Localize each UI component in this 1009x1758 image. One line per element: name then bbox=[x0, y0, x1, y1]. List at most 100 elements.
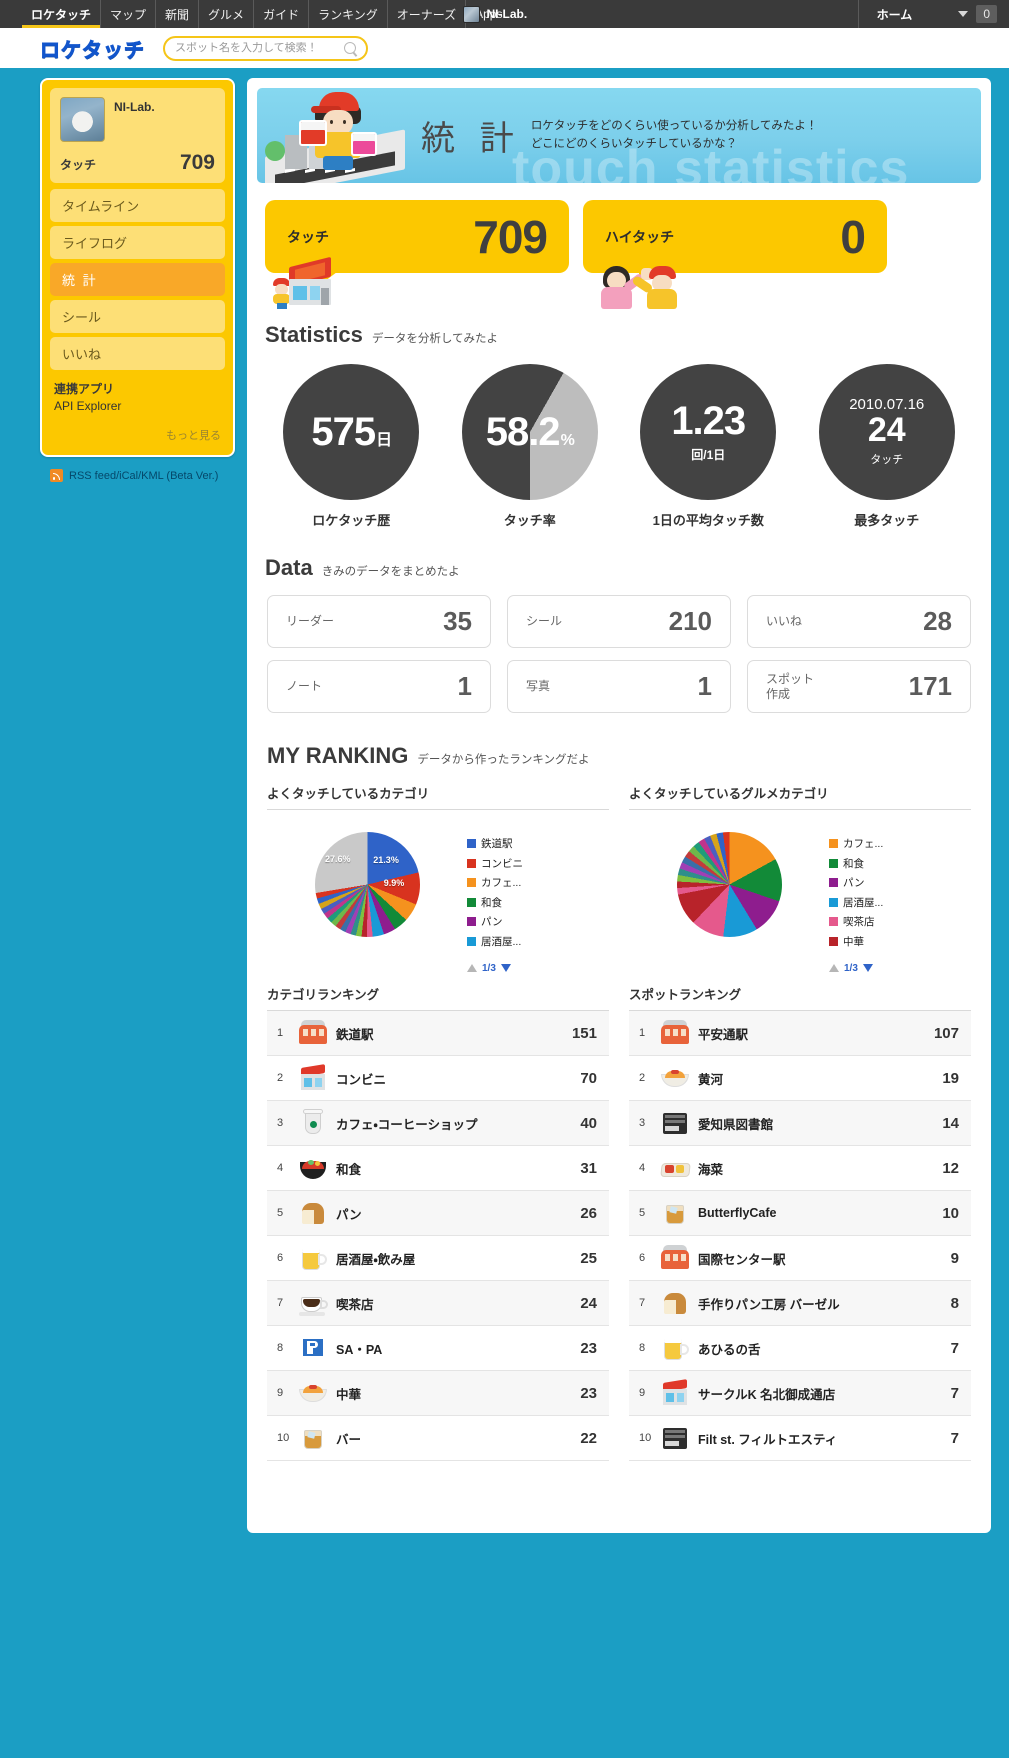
rank-number: 6 bbox=[639, 1252, 646, 1264]
rank-name[interactable]: バー bbox=[336, 1429, 580, 1448]
main-content: touch statistics 統 計 ロケタッチをどのくらい使っているか分析… bbox=[247, 78, 991, 1533]
rank-name[interactable]: 鉄道駅 bbox=[336, 1024, 572, 1043]
touch-panel-value: 709 bbox=[473, 210, 548, 263]
rank-name[interactable]: 平安通駅 bbox=[698, 1024, 934, 1043]
legend-swatch bbox=[467, 839, 476, 848]
legend-item: パン bbox=[467, 914, 609, 929]
rank-name[interactable]: 和食 bbox=[336, 1159, 580, 1178]
home-menu[interactable]: ホーム 0 bbox=[857, 0, 1009, 28]
search-icon[interactable] bbox=[344, 42, 356, 54]
sidebar-menu: タイムライン ライフログ統 計シールいいね bbox=[50, 189, 225, 370]
rss-feed-label[interactable]: RSS feed/iCal/KML (Beta Ver.) bbox=[69, 470, 218, 482]
sidebar-item-0[interactable]: タイムライン bbox=[50, 189, 225, 222]
myranking-subtitle: データから作ったランキングだよ bbox=[417, 754, 590, 766]
rank-name[interactable]: 海菜 bbox=[698, 1159, 942, 1178]
search-box[interactable] bbox=[163, 35, 368, 61]
rank-name[interactable]: 国際センター駅 bbox=[698, 1249, 951, 1268]
table-row[interactable]: 8 SA・PA 23 bbox=[267, 1326, 609, 1371]
rank-name[interactable]: パン bbox=[336, 1204, 580, 1223]
pager-down-icon[interactable] bbox=[500, 964, 511, 972]
pager-up-icon[interactable] bbox=[467, 964, 477, 972]
rank-name[interactable]: カフェ・コーヒーショップ bbox=[336, 1114, 580, 1133]
table-row[interactable]: 10 Filt st. フィルトエスティ 7 bbox=[629, 1416, 971, 1461]
sidebar-item-4[interactable]: いいね bbox=[50, 337, 225, 370]
rank-name[interactable]: あひるの舌 bbox=[698, 1339, 951, 1358]
coffee-icon bbox=[297, 1288, 329, 1318]
nav-item-1[interactable]: マップ bbox=[101, 0, 157, 28]
rank-name[interactable]: 黄河 bbox=[698, 1069, 942, 1088]
rank-name[interactable]: SA・PA bbox=[336, 1339, 580, 1358]
legend-swatch bbox=[829, 917, 838, 926]
rank-name[interactable]: 手作りパン工房 バーゼル bbox=[698, 1294, 951, 1313]
rank-name[interactable]: Filt st. フィルトエスティ bbox=[698, 1429, 951, 1448]
pie-chart[interactable]: 21.3% 9.9% 27.6% bbox=[314, 832, 420, 937]
rank-name[interactable]: コンビニ bbox=[336, 1069, 580, 1088]
table-row[interactable]: 3 カフェ・コーヒーショップ 40 bbox=[267, 1101, 609, 1146]
table-row[interactable]: 4 海菜 12 bbox=[629, 1146, 971, 1191]
rank-name[interactable]: 居酒屋・飲み屋 bbox=[336, 1249, 580, 1268]
whisky-icon bbox=[297, 1423, 329, 1453]
table-row[interactable]: 9 サークルK 名北御成通店 7 bbox=[629, 1371, 971, 1416]
rank-name[interactable]: 愛知県図書館 bbox=[698, 1114, 942, 1133]
banner-sub-line2: どこにどのくらいタッチしているかな？ bbox=[530, 137, 738, 150]
table-row[interactable]: 6 居酒屋・飲み屋 25 bbox=[267, 1236, 609, 1281]
rank-number: 4 bbox=[639, 1162, 646, 1174]
legend-label: 鉄道駅 bbox=[481, 838, 513, 850]
nav-item-3[interactable]: グルメ bbox=[199, 0, 255, 28]
show-more-link[interactable]: もっと見る bbox=[50, 415, 225, 447]
data-box-value: 1 bbox=[697, 671, 712, 701]
nav-item-4[interactable]: ガイド bbox=[254, 0, 310, 28]
sidebar-item-1[interactable]: ライフログ bbox=[50, 226, 225, 259]
table-row[interactable]: 3 愛知県図書館 14 bbox=[629, 1101, 971, 1146]
pie-slice-label-1: 9.9% bbox=[383, 878, 405, 889]
ranking-list-title: スポットランキング bbox=[629, 984, 971, 1011]
nav-item-2[interactable]: 新聞 bbox=[156, 0, 200, 28]
nav-item-6[interactable]: オーナーズ bbox=[388, 0, 467, 28]
rank-name[interactable]: ButterflyCafe bbox=[698, 1206, 942, 1220]
pager-down-icon[interactable] bbox=[862, 964, 873, 972]
table-row[interactable]: 7 手作りパン工房 バーゼル 8 bbox=[629, 1281, 971, 1326]
legend-item: カフェ... bbox=[467, 875, 609, 890]
sidebar-item-2[interactable]: 統 計 bbox=[50, 263, 225, 296]
rss-feed-row[interactable]: RSS feed/iCal/KML (Beta Ver.) bbox=[40, 457, 235, 482]
table-row[interactable]: 5 パン 26 bbox=[267, 1191, 609, 1236]
table-row[interactable]: 1 平安通駅 107 bbox=[629, 1011, 971, 1056]
table-row[interactable]: 2 黄河 19 bbox=[629, 1056, 971, 1101]
data-boxes: リーダー 35 シール 210 いいね 28 ノート 1 写真 1 スポット 作成 171 bbox=[257, 595, 981, 713]
touch-illustrations bbox=[257, 256, 981, 309]
legend-label: 和食 bbox=[843, 857, 864, 870]
sidebar-item-3[interactable]: シール bbox=[50, 300, 225, 333]
table-row[interactable]: 2 コンビニ 70 bbox=[267, 1056, 609, 1101]
rank-value: 22 bbox=[580, 1429, 597, 1447]
api-explorer-link[interactable]: API Explorer bbox=[54, 399, 221, 413]
legend-item: パン bbox=[829, 875, 971, 890]
nav-item-0[interactable]: ロケタッチ bbox=[22, 0, 102, 28]
table-row[interactable]: 10 バー 22 bbox=[267, 1416, 609, 1461]
table-row[interactable]: 4 和食 31 bbox=[267, 1146, 609, 1191]
stat-circle-label: 最多タッチ bbox=[854, 513, 920, 528]
table-row[interactable]: 8 あひるの舌 7 bbox=[629, 1326, 971, 1371]
rank-name[interactable]: 中華 bbox=[336, 1384, 580, 1403]
table-row[interactable]: 7 喫茶店 24 bbox=[267, 1281, 609, 1326]
table-row[interactable]: 6 国際センター駅 9 bbox=[629, 1236, 971, 1281]
stat-circle-2: 1.23 回/1日 bbox=[640, 364, 777, 500]
nav-item-5[interactable]: ランキング bbox=[309, 0, 388, 28]
rank-name[interactable]: 喫茶店 bbox=[336, 1294, 580, 1313]
notification-count-badge[interactable]: 0 bbox=[976, 5, 997, 23]
table-row[interactable]: 5 ButterflyCafe 10 bbox=[629, 1191, 971, 1236]
table-row[interactable]: 1 鉄道駅 151 bbox=[267, 1011, 609, 1056]
site-logo[interactable]: ロケタッチ bbox=[40, 34, 145, 63]
profile-avatar[interactable] bbox=[60, 97, 105, 142]
pager-up-icon[interactable] bbox=[829, 964, 839, 972]
user-identity[interactable]: NI-Lab. bbox=[462, 0, 527, 28]
table-row[interactable]: 9 中華 23 bbox=[267, 1371, 609, 1416]
rank-number: 3 bbox=[639, 1117, 646, 1129]
legend-item: 居酒屋... bbox=[829, 895, 971, 910]
search-input[interactable] bbox=[175, 42, 344, 54]
rank-value: 23 bbox=[580, 1339, 597, 1357]
statistics-circles: 575日 ロケタッチ歴 58.2% タッチ率 1.23 回/1日 1日の平均タッチ数 2010… bbox=[257, 364, 981, 529]
rank-value: 19 bbox=[942, 1069, 959, 1087]
rank-name[interactable]: サークルK 名北御成通店 bbox=[698, 1384, 951, 1403]
chevron-down-icon[interactable] bbox=[958, 11, 969, 17]
pie-chart[interactable] bbox=[676, 832, 782, 937]
